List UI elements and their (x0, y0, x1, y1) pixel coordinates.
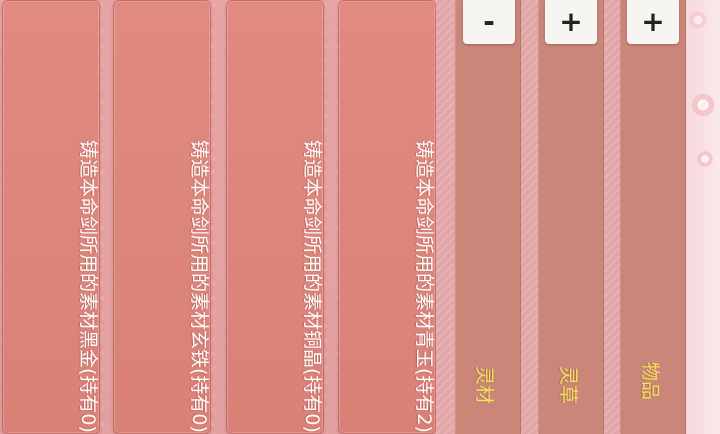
material-name: 铜晶(持有0) (301, 330, 323, 433)
panel-divider (436, 0, 454, 434)
category-label-wupin: 物品 (639, 362, 661, 401)
material-card-qingyu[interactable]: 青玉(持有2) 铸造本命剑所用的素材 (338, 0, 436, 434)
decorative-blossom-border (686, 0, 720, 434)
material-description: 铸造本命剑所用的素材 (301, 140, 323, 331)
material-card-tongjing[interactable]: 铜晶(持有0) 铸造本命剑所用的素材 (226, 0, 324, 434)
category-label-lingcai: 灵材 (473, 366, 495, 405)
material-name: 玄铁(持有0) (188, 330, 210, 433)
material-name: 青玉(持有2) (413, 330, 435, 433)
material-card-xuantie[interactable]: 玄铁(持有0) 铸造本命剑所用的素材 (113, 0, 211, 434)
material-name: 黑金(持有0) (77, 330, 99, 433)
blossom-icon (696, 150, 714, 168)
material-description: 铸造本命剑所用的素材 (188, 140, 210, 331)
blossom-icon (690, 92, 716, 118)
expand-lingcao-button[interactable]: + (545, 0, 597, 44)
panel-divider (520, 0, 538, 434)
material-description: 铸造本命剑所用的素材 (413, 140, 435, 331)
material-card-heijin[interactable]: 黑金(持有0) 铸造本命剑所用的素材 (2, 0, 100, 434)
collapse-lingcai-button[interactable]: - (463, 0, 515, 44)
panel-divider (603, 0, 621, 434)
category-label-lingcao: 灵草 (557, 366, 579, 405)
blossom-icon (688, 10, 708, 30)
material-description: 铸造本命剑所用的素材 (77, 140, 99, 331)
expand-wupin-button[interactable]: + (627, 0, 679, 44)
